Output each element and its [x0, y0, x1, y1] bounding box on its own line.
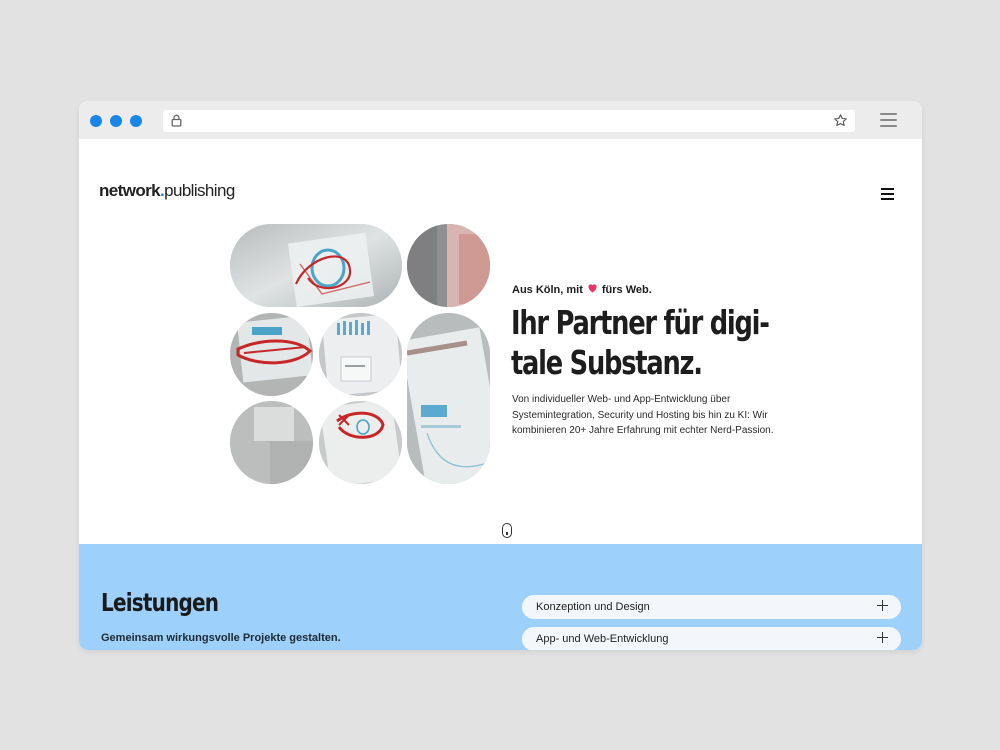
hero-image-tile [319, 313, 402, 396]
window-maximize-dot[interactable] [130, 115, 142, 127]
hero-tagline: Aus Köln, mit fürs Web. [512, 283, 652, 296]
hero-intro-text: Von individueller Web- und App-Entwicklu… [512, 394, 774, 436]
site-logo[interactable]: network.publishing [99, 181, 235, 201]
lock-icon [171, 114, 182, 132]
hero-image-tile [230, 313, 313, 396]
window-minimize-dot[interactable] [110, 115, 122, 127]
browser-menu-icon[interactable] [880, 113, 898, 127]
browser-window: network.publishing Aus Köln, mit fürs We… [79, 101, 922, 650]
hero-image-tile [230, 224, 402, 307]
star-icon[interactable] [833, 113, 848, 133]
browser-toolbar [79, 101, 922, 139]
window-close-dot[interactable] [90, 115, 102, 127]
hamburger-menu-icon[interactable] [881, 188, 894, 200]
hero-image-tile [407, 224, 490, 307]
services-title: Leistungen [101, 588, 219, 617]
hero-image-tile [319, 401, 402, 484]
plus-icon[interactable] [877, 632, 888, 643]
hero-image-tile [407, 313, 490, 484]
accordion-item-entwicklung[interactable]: App- und Web-Entwicklung [522, 627, 901, 650]
web-page: network.publishing Aus Köln, mit fürs We… [79, 139, 922, 650]
accordion-label: App- und Web-Entwicklung [536, 633, 669, 645]
services-subtitle: Gemeinsam wirkungsvolle Projekte gestalt… [101, 632, 341, 644]
address-bar[interactable] [163, 110, 855, 132]
services-section: Leistungen Gemeinsam wirkungsvolle Proje… [79, 544, 922, 650]
accordion-label: Konzeption und Design [536, 601, 650, 613]
heart-icon [587, 283, 598, 296]
accordion-item-konzeption[interactable]: Konzeption und Design [522, 595, 901, 619]
hero-headline: Ihr Partner für digi- tale Substanz. [511, 303, 770, 382]
plus-icon[interactable] [877, 600, 888, 611]
hero-image-tile [230, 401, 313, 484]
mouse-scroll-icon[interactable] [502, 523, 512, 538]
